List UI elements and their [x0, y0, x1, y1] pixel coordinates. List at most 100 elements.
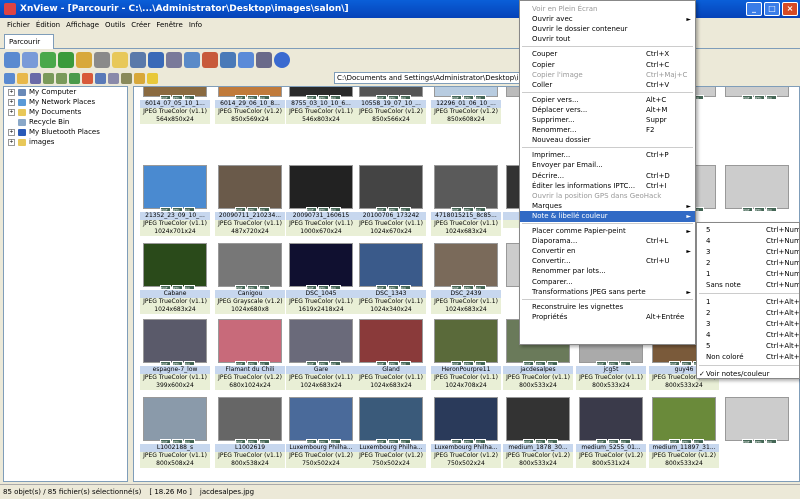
- context-menu-item[interactable]: Transformations JPEG sans perte ►: [520, 287, 695, 298]
- thumbnail-item[interactable]: EXIF IPTC ICC 20090731_160615 JPEG TrueColor…: [286, 165, 356, 243]
- thumbnail-image[interactable]: [143, 243, 207, 287]
- thumbnail-item[interactable]: EXIF IPTC ICC Canigou JPEG Grayscale (v1.2) 1…: [215, 243, 285, 321]
- thumbnail-image[interactable]: [218, 319, 282, 363]
- copy-icon[interactable]: [112, 52, 128, 68]
- thumbnail-item[interactable]: EXIF IPTC ICC 10558_19_07_10_... JPEG TrueCo…: [356, 87, 426, 131]
- thumbnail-item[interactable]: EXIF IPTC ICC 8755_03_10_10_6... JPEG TrueCo…: [286, 87, 356, 131]
- submenu-item[interactable]: 4 Ctrl+Num4: [697, 236, 799, 247]
- menu-edition[interactable]: Édition: [33, 21, 63, 29]
- gear-icon[interactable]: [256, 52, 272, 68]
- print-icon[interactable]: [166, 52, 182, 68]
- expander[interactable]: +: [8, 88, 15, 96]
- thumbnail-item[interactable]: EXIF IPTC ICC Gland JPEG TrueColor (v1.1) 102…: [356, 319, 426, 397]
- thumbnail-item[interactable]: EXIFIPTCICC: [722, 397, 792, 475]
- tree-item-recycle-bin[interactable]: Recycle Bin: [4, 117, 127, 127]
- submenu-item[interactable]: 3 Ctrl+Num3: [697, 247, 799, 258]
- thumbnail-item[interactable]: EXIFIPTCICC: [722, 87, 792, 131]
- context-menu-item[interactable]: Nouveau dossier: [520, 135, 695, 146]
- thumbnail-item[interactable]: EXIF IPTC ICC DSC_2439 JPEG TrueColor (v1.1)…: [431, 243, 501, 321]
- refresh-icon[interactable]: [40, 52, 56, 68]
- close-button[interactable]: ×: [782, 2, 798, 16]
- thumbnail-image[interactable]: [143, 319, 207, 363]
- submenu-item[interactable]: 2 Ctrl+Num2: [697, 258, 799, 269]
- context-menu-item[interactable]: Note & libellé couleur ►: [520, 210, 695, 222]
- thumbnail-image[interactable]: [359, 397, 423, 441]
- submenu-item[interactable]: 3 Ctrl+Alt+Num3: [697, 319, 799, 330]
- submenu-item[interactable]: ✓ Voir notes/couleur: [697, 369, 799, 378]
- thumbnail-image[interactable]: [218, 243, 282, 287]
- nav-right-icon[interactable]: [56, 72, 67, 84]
- thumbnail-item[interactable]: EXIF IPTC ICC Luxembourg Philha... JPEG True…: [431, 397, 501, 475]
- thumbnail-image[interactable]: [289, 319, 353, 363]
- tree-item-bluetooth[interactable]: + My Bluetooth Places: [4, 127, 127, 137]
- thumbnail-item[interactable]: EXIF IPTC ICC 20100706_173242 JPEG TrueColor…: [356, 165, 426, 243]
- thumbnail-item[interactable]: EXIF IPTC ICC espagne-7_low JPEG TrueColor (…: [140, 319, 210, 397]
- submenu-item[interactable]: 4 Ctrl+Alt+Num4: [697, 330, 799, 341]
- back-icon[interactable]: [58, 52, 74, 68]
- path-input[interactable]: C:\Documents and Settings\Administrator\…: [334, 72, 524, 84]
- thumbnail-image[interactable]: [434, 319, 498, 363]
- thumbnail-image[interactable]: [218, 165, 282, 209]
- thumbnail-image[interactable]: [218, 397, 282, 441]
- lock-icon[interactable]: [94, 52, 110, 68]
- thumbnail-image[interactable]: [434, 397, 498, 441]
- thumbnail-image[interactable]: [359, 319, 423, 363]
- thumbnail-item[interactable]: EXIF IPTC ICC L1002619 JPEG TrueColor (v1.1)…: [215, 397, 285, 475]
- tree-item-network[interactable]: + My Network Places: [4, 97, 127, 107]
- nav-left-icon[interactable]: [43, 72, 54, 84]
- thumbnail-item[interactable]: EXIF IPTC ICC Luxembourg Philha... JPEG True…: [286, 397, 356, 475]
- save-icon[interactable]: [148, 52, 164, 68]
- tree-item-images[interactable]: + images: [4, 137, 127, 147]
- expander[interactable]: +: [8, 138, 15, 146]
- context-menu-item[interactable]: Coller Ctrl+V: [520, 80, 695, 91]
- submenu-item[interactable]: 1 Ctrl+Alt+Num1: [697, 297, 799, 308]
- expander[interactable]: +: [8, 98, 15, 106]
- slideshow-icon[interactable]: [220, 52, 236, 68]
- folder-icon[interactable]: [76, 52, 92, 68]
- menu-outils[interactable]: Outils: [102, 21, 128, 29]
- info-icon[interactable]: [274, 52, 290, 68]
- select-icon[interactable]: [95, 72, 106, 84]
- thumbnail-item[interactable]: EXIF IPTC ICC 6014_29_06_10_8... JPEG TrueCo…: [215, 87, 285, 131]
- thumbnail-image[interactable]: [725, 397, 789, 441]
- thumbnail-item[interactable]: EXIF IPTC ICC DSC_1343 JPEG TrueColor (v1.1)…: [356, 243, 426, 321]
- submenu-item[interactable]: 2 Ctrl+Alt+Num2: [697, 308, 799, 319]
- thumbnail-item[interactable]: EXIF IPTC ICC L1002188_s JPEG TrueColor (v1.…: [140, 397, 210, 475]
- folders-icon[interactable]: [4, 72, 15, 84]
- capture-icon[interactable]: [202, 52, 218, 68]
- filter-icon[interactable]: [134, 72, 145, 84]
- thumbnail-item[interactable]: EXIF IPTC ICC Luxembourg Philha... JPEG True…: [356, 397, 426, 475]
- tab-parcourir[interactable]: Parcourir: [4, 34, 54, 49]
- menu-fichier[interactable]: Fichier: [4, 21, 33, 29]
- tree-item-documents[interactable]: + My Documents: [4, 107, 127, 117]
- thumbnail-image[interactable]: [506, 397, 570, 441]
- minimize-button[interactable]: _: [746, 2, 762, 16]
- submenu-item[interactable]: 5 Ctrl+Num5: [697, 225, 799, 236]
- thumbnail-image[interactable]: [289, 397, 353, 441]
- scan-icon[interactable]: [184, 52, 200, 68]
- thumbnail-item[interactable]: EXIF IPTC ICC 6014_07_05_10_1... JPEG TrueCo…: [140, 87, 210, 131]
- thumbnail-item[interactable]: EXIF IPTC ICC Gare JPEG TrueColor (v1.1) 1024…: [286, 319, 356, 397]
- maximize-button[interactable]: □: [764, 2, 780, 16]
- view-mode-icon[interactable]: [108, 72, 119, 84]
- submenu-item[interactable]: Non coloré Ctrl+Alt+Num0: [697, 352, 799, 363]
- thumbnail-image[interactable]: [652, 397, 716, 441]
- thumbnail-image[interactable]: [579, 397, 643, 441]
- view-icon[interactable]: [22, 52, 38, 68]
- find-icon[interactable]: [130, 52, 146, 68]
- categories-icon[interactable]: [30, 72, 41, 84]
- thumbnail-image[interactable]: [359, 243, 423, 287]
- thumbnail-item[interactable]: EXIF IPTC ICC HeronPourpre11 JPEG TrueColor …: [431, 319, 501, 397]
- menu-info[interactable]: Info: [186, 21, 205, 29]
- thumbnail-image[interactable]: [289, 165, 353, 209]
- context-menu-item[interactable]: Propriétés Alt+Entrée: [520, 312, 695, 323]
- browse-icon[interactable]: [4, 52, 20, 68]
- thumbnail-image[interactable]: [143, 165, 207, 209]
- thumbnail-item[interactable]: EXIF IPTC ICC 4718015215_8c85... JPEG TrueCo…: [431, 165, 501, 243]
- menu-creer[interactable]: Créer: [128, 21, 153, 29]
- sort-icon[interactable]: [121, 72, 132, 84]
- thumbnail-item[interactable]: EXIF IPTC ICC DSC_1045 JPEG TrueColor (v1.1)…: [286, 243, 356, 321]
- thumbnail-item[interactable]: EXIF IPTC ICC medium_11897_31... JPEG TrueCo…: [649, 397, 719, 475]
- delete-icon[interactable]: [82, 72, 93, 84]
- thumbnail-image[interactable]: [434, 165, 498, 209]
